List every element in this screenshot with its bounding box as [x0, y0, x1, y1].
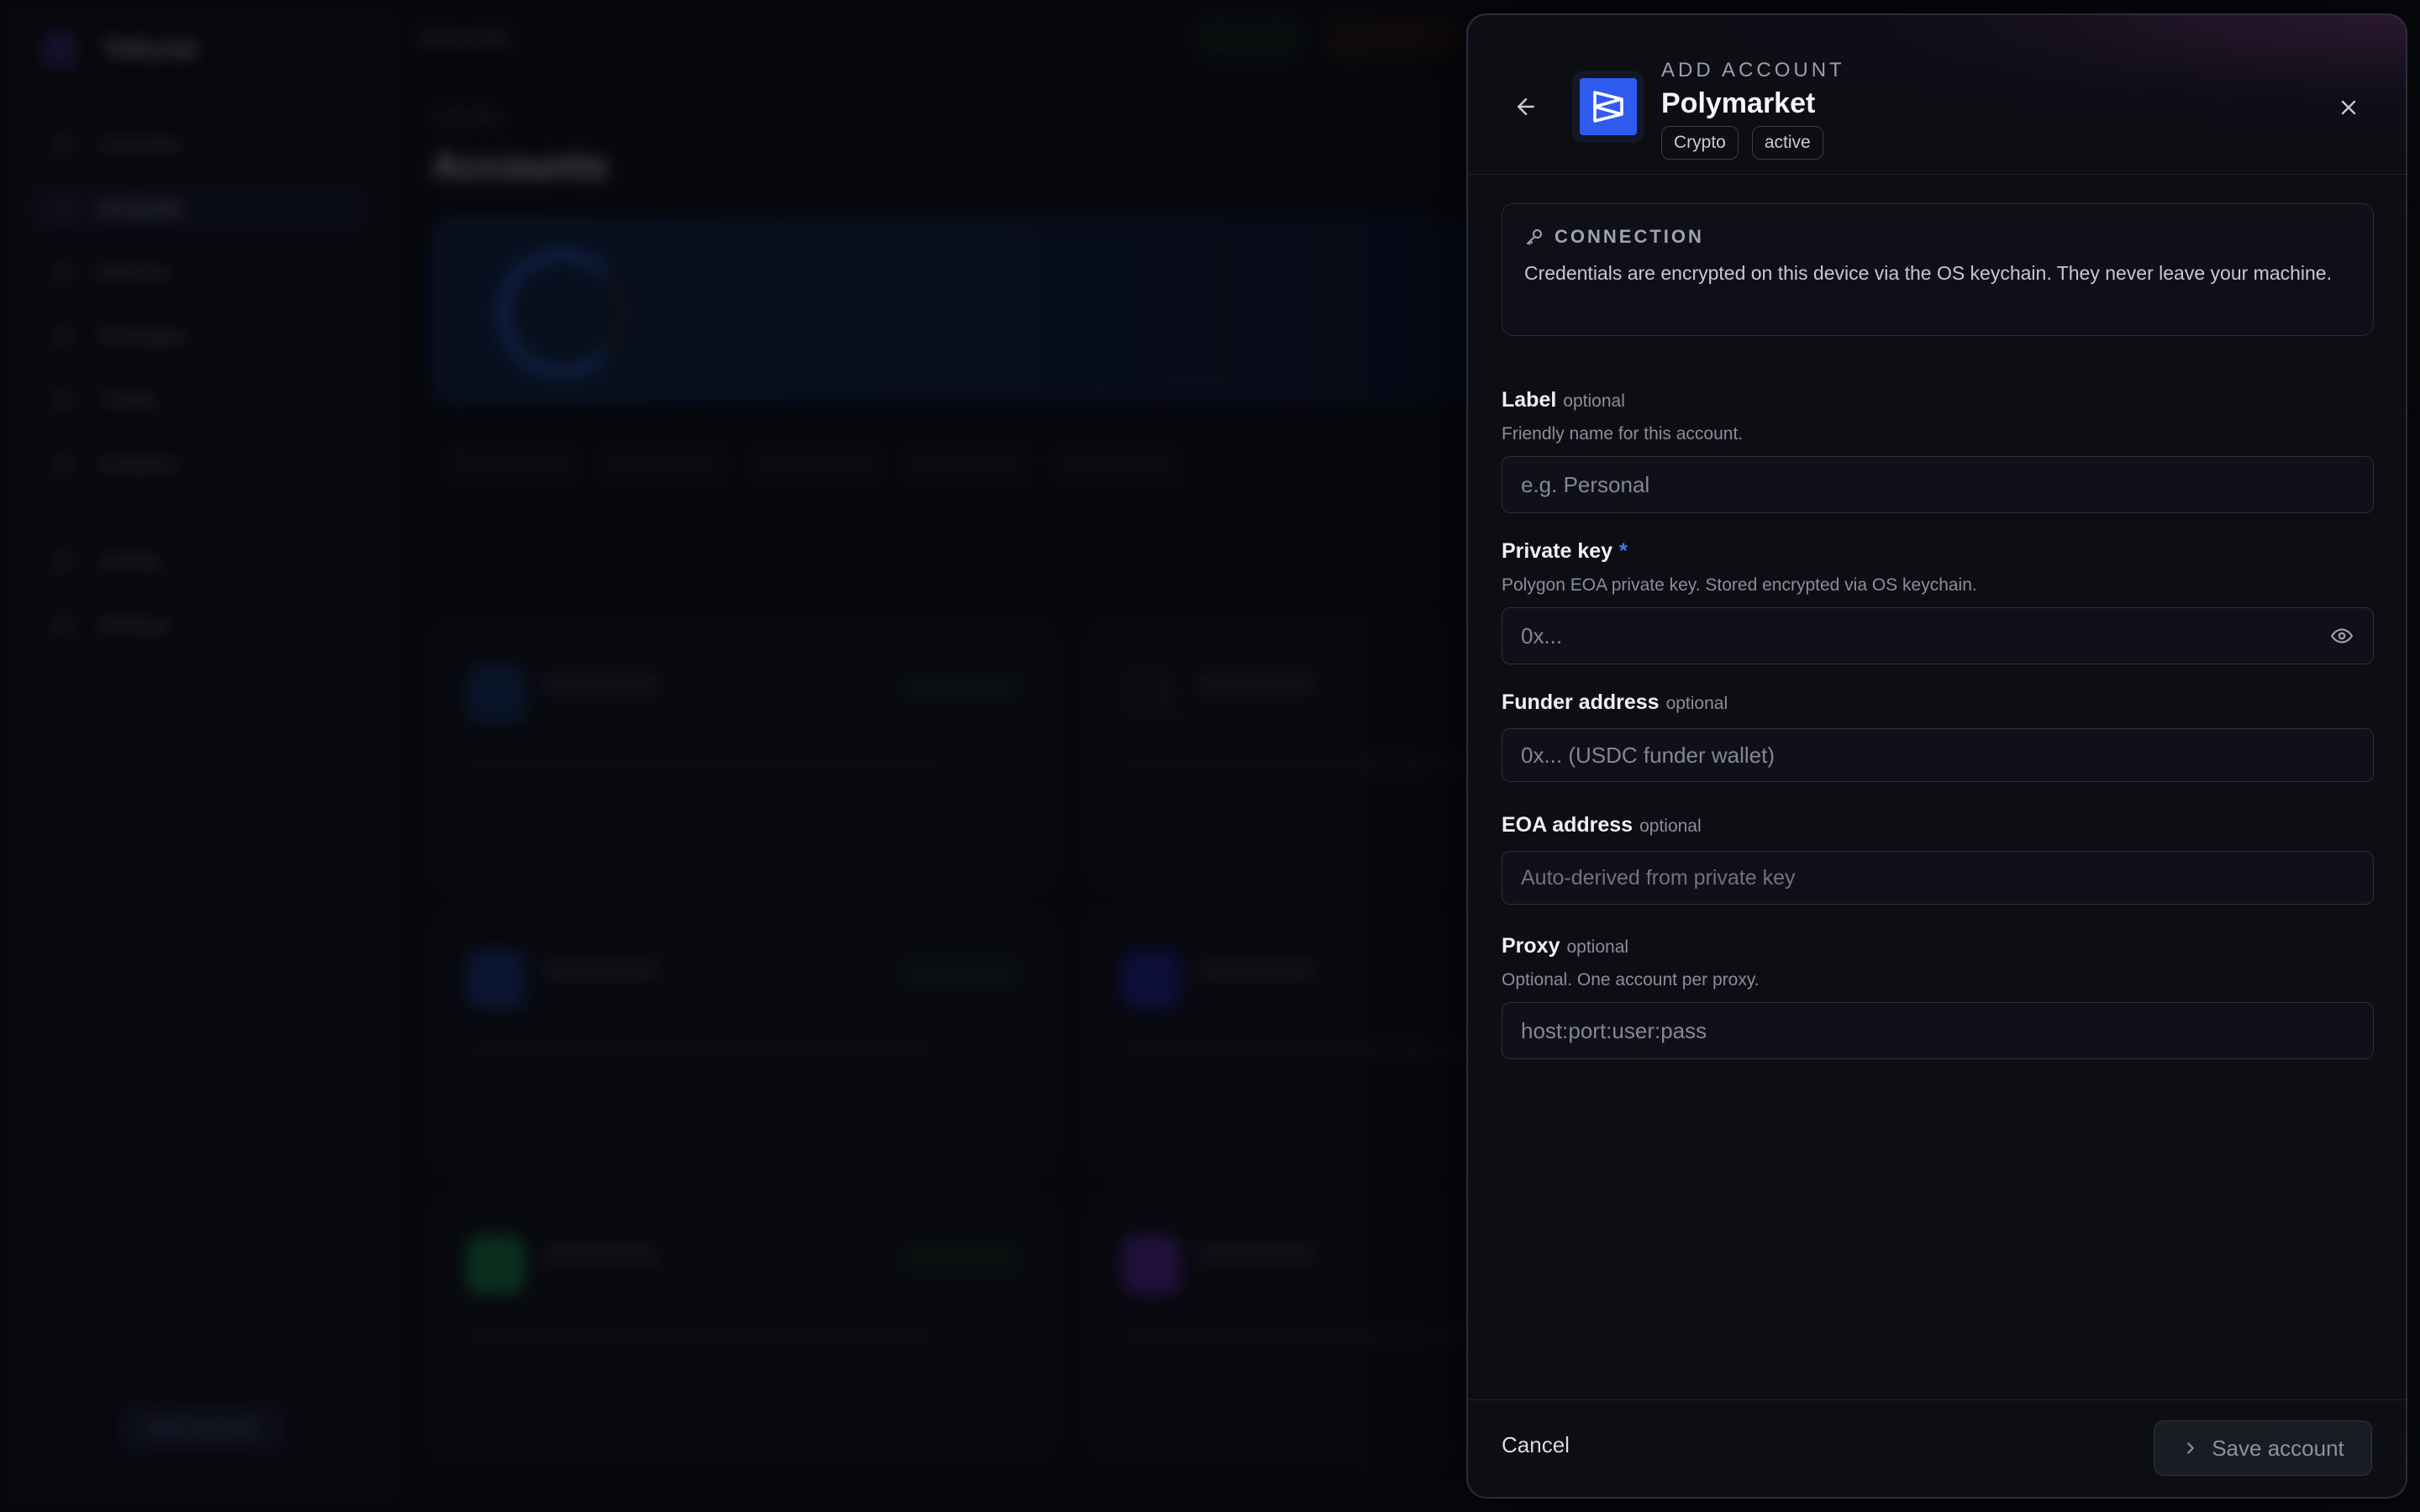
eoa-address-field: EOA address optional Auto-derived from p…	[1502, 813, 2374, 905]
close-button[interactable]	[2335, 94, 2362, 121]
category-tag: Crypto	[1661, 126, 1739, 160]
funder-address-input[interactable]: 0x... (USDC funder wallet)	[1502, 728, 2374, 782]
arrow-left-icon	[1518, 98, 1534, 115]
drawer-eyebrow: ADD ACCOUNT	[1661, 59, 1845, 81]
proxy-input[interactable]: host:port:user:pass	[1502, 1002, 2374, 1059]
polymarket-icon	[1593, 91, 1623, 123]
funder-address-field: Funder address optional 0x... (USDC fund…	[1502, 690, 2374, 782]
funder-address-field-title: Funder address	[1502, 690, 1660, 714]
private-key-field-help: Polygon EOA private key. Stored encrypte…	[1502, 575, 1977, 595]
optional-hint: optional	[1566, 937, 1629, 957]
connection-heading: CONNECTION	[1524, 226, 2351, 248]
private-key-field: Private key * Polygon EOA private key. S…	[1502, 539, 2374, 664]
optional-hint: optional	[1665, 694, 1728, 713]
polymarket-logo	[1572, 71, 1644, 143]
funder-address-field-label: Funder address optional	[1502, 690, 2374, 715]
label-field-title: Label	[1502, 388, 1557, 412]
proxy-field-help: Optional. One account per proxy.	[1502, 970, 1760, 990]
drawer-body: CONNECTION Credentials are encrypted on …	[1502, 203, 2374, 1059]
proxy-field: Proxy optional Optional. One account per…	[1502, 934, 2374, 1059]
eoa-address-field-title: EOA address	[1502, 813, 1634, 837]
proxy-field-title: Proxy	[1502, 934, 1560, 958]
drawer-header: ADD ACCOUNT Polymarket Crypto active	[1468, 15, 2406, 175]
eoa-address-input[interactable]: Auto-derived from private key	[1502, 851, 2374, 905]
private-key-field-title: Private key	[1502, 539, 1613, 563]
polymarket-logo-mark	[1580, 78, 1637, 135]
toggle-visibility-button[interactable]	[2329, 623, 2354, 648]
connection-heading-text: CONNECTION	[1555, 226, 1704, 247]
proxy-field-label: Proxy optional	[1502, 934, 2374, 958]
drawer-title: Polymarket	[1661, 87, 1816, 119]
label-field-help: Friendly name for this account.	[1502, 424, 1744, 444]
account-tags: Crypto active	[1661, 126, 1823, 160]
back-button[interactable]	[1512, 92, 1540, 121]
connection-info-box: CONNECTION Credentials are encrypted on …	[1502, 203, 2374, 336]
label-input[interactable]: e.g. Personal	[1502, 456, 2374, 513]
label-field-label: Label optional	[1502, 388, 2374, 412]
add-account-drawer: ADD ACCOUNT Polymarket Crypto active CON…	[1466, 13, 2407, 1499]
status-tag: active	[1751, 126, 1823, 160]
drawer-footer: Cancel Save account	[1468, 1399, 2406, 1497]
chevron-right-icon	[2187, 1442, 2195, 1454]
private-key-field-label: Private key *	[1502, 539, 2374, 564]
eye-icon	[2331, 628, 2353, 643]
cancel-button[interactable]: Cancel	[1502, 1432, 1570, 1458]
key-icon	[1527, 229, 1542, 245]
eoa-address-field-label: EOA address optional	[1502, 813, 2374, 837]
connection-description: Credentials are encrypted on this device…	[1524, 262, 2332, 284]
optional-hint: optional	[1639, 816, 1702, 836]
private-key-input[interactable]: 0x...	[1502, 607, 2374, 664]
required-marker: *	[1619, 539, 1628, 563]
private-key-placeholder: 0x...	[1521, 622, 1563, 648]
save-account-button[interactable]: Save account	[2154, 1420, 2372, 1476]
save-account-label: Save account	[2212, 1435, 2344, 1461]
label-field: Label optional Friendly name for this ac…	[1502, 388, 2374, 513]
close-icon	[2341, 100, 2356, 115]
optional-hint: optional	[1563, 391, 1625, 411]
